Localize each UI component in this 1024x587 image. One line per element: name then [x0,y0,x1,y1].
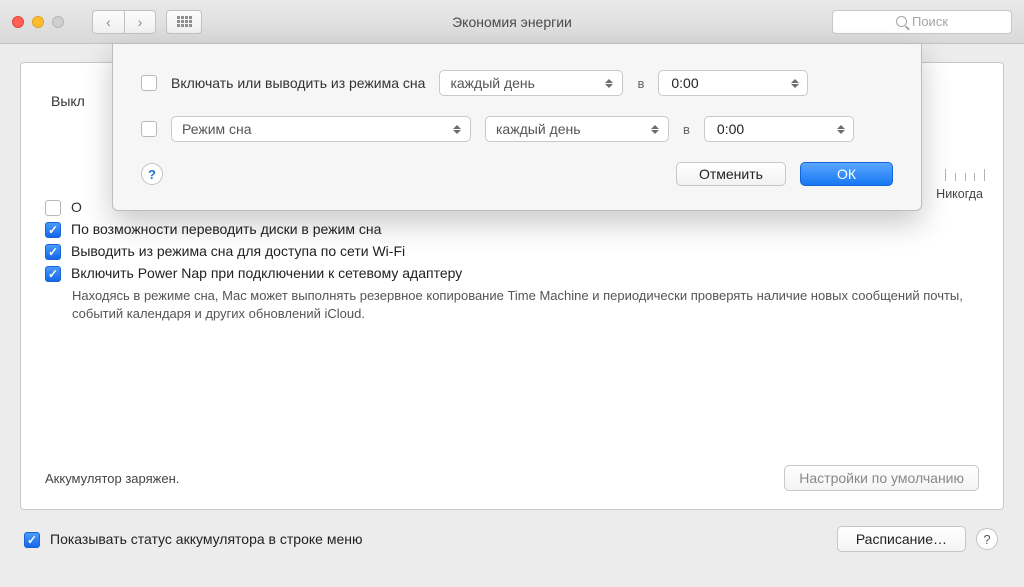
option2-label: Выводить из режима сна для доступа по се… [71,243,405,259]
option3-label: Включить Power Nap при подключении к сет… [71,265,462,281]
stepper-icon [786,73,804,93]
sheet-actions: Отменить ОК [676,162,893,186]
maximize-icon[interactable] [52,16,64,28]
schedule-button[interactable]: Расписание… [837,526,966,552]
option2-checkbox[interactable] [45,244,61,260]
panel-footer: Аккумулятор заряжен. Настройки по умолча… [45,465,979,491]
sleep-checkbox[interactable] [141,121,157,137]
stepper-icon [832,119,850,139]
grid-icon [177,16,192,27]
close-icon[interactable] [12,16,24,28]
option3-checkbox[interactable] [45,266,61,282]
never-label: Никогда [936,187,983,201]
wake-at-label: в [637,76,644,91]
nav-group: ‹ › [92,10,156,34]
slider-ticks [945,163,985,181]
cancel-button[interactable]: Отменить [676,162,786,186]
schedule-sheet: Включать или выводить из режима сна кажд… [112,44,922,211]
footer-right: Расписание… ? [837,526,998,552]
back-button[interactable]: ‹ [92,10,124,34]
sheet-help-button[interactable]: ? [141,163,163,185]
sheet-row-wake: Включать или выводить из режима сна кажд… [141,70,893,96]
sleep-mode-value: Режим сна [182,121,252,137]
wake-time-value: 0:00 [671,75,698,91]
search-placeholder: Поиск [912,14,948,29]
search-input[interactable]: Поиск [832,10,1012,34]
sleep-time-field[interactable]: 0:00 [704,116,854,142]
chevron-left-icon: ‹ [106,14,111,30]
window: ‹ › Экономия энергии Поиск Выкл Никогда [0,0,1024,587]
battery-status: Аккумулятор заряжен. [45,471,179,486]
option3-note: Находясь в режиме сна, Mac может выполня… [72,287,979,323]
ok-button[interactable]: ОК [800,162,893,186]
forward-button[interactable]: › [124,10,156,34]
sleep-mode-select[interactable]: Режим сна [171,116,471,142]
sleep-time-value: 0:00 [717,121,744,137]
option1-checkbox[interactable] [45,222,61,238]
wake-checkbox[interactable] [141,75,157,91]
sleep-day-value: каждый день [496,121,581,137]
help-icon: ? [148,167,156,182]
restore-defaults-button[interactable]: Настройки по умолчанию [784,465,979,491]
option0-checkbox[interactable] [45,200,61,216]
sheet-row-sleep: Режим сна каждый день в 0:00 [141,116,893,142]
footer: Показывать статус аккумулятора в строке … [20,510,1004,552]
sheet-footer: ? Отменить ОК [141,162,893,186]
show-battery-label: Показывать статус аккумулятора в строке … [50,531,362,547]
chevron-updown-icon [448,119,466,139]
help-icon: ? [983,532,990,547]
search-icon [896,16,907,27]
sleep-day-select[interactable]: каждый день [485,116,669,142]
sleep-at-label: в [683,122,690,137]
wake-label: Включать или выводить из режима сна [171,75,425,91]
help-button[interactable]: ? [976,528,998,550]
show-battery-checkbox[interactable] [24,532,40,548]
option0-label: О [71,199,82,215]
traffic-lights [12,16,64,28]
minimize-icon[interactable] [32,16,44,28]
show-all-button[interactable] [166,10,202,34]
titlebar: ‹ › Экономия энергии Поиск [0,0,1024,44]
chevron-right-icon: › [138,14,143,30]
chevron-updown-icon [600,73,618,93]
wake-time-field[interactable]: 0:00 [658,70,808,96]
wake-day-value: каждый день [450,75,535,91]
option1-label: По возможности переводить диски в режим … [71,221,381,237]
wake-day-select[interactable]: каждый день [439,70,623,96]
chevron-updown-icon [646,119,664,139]
